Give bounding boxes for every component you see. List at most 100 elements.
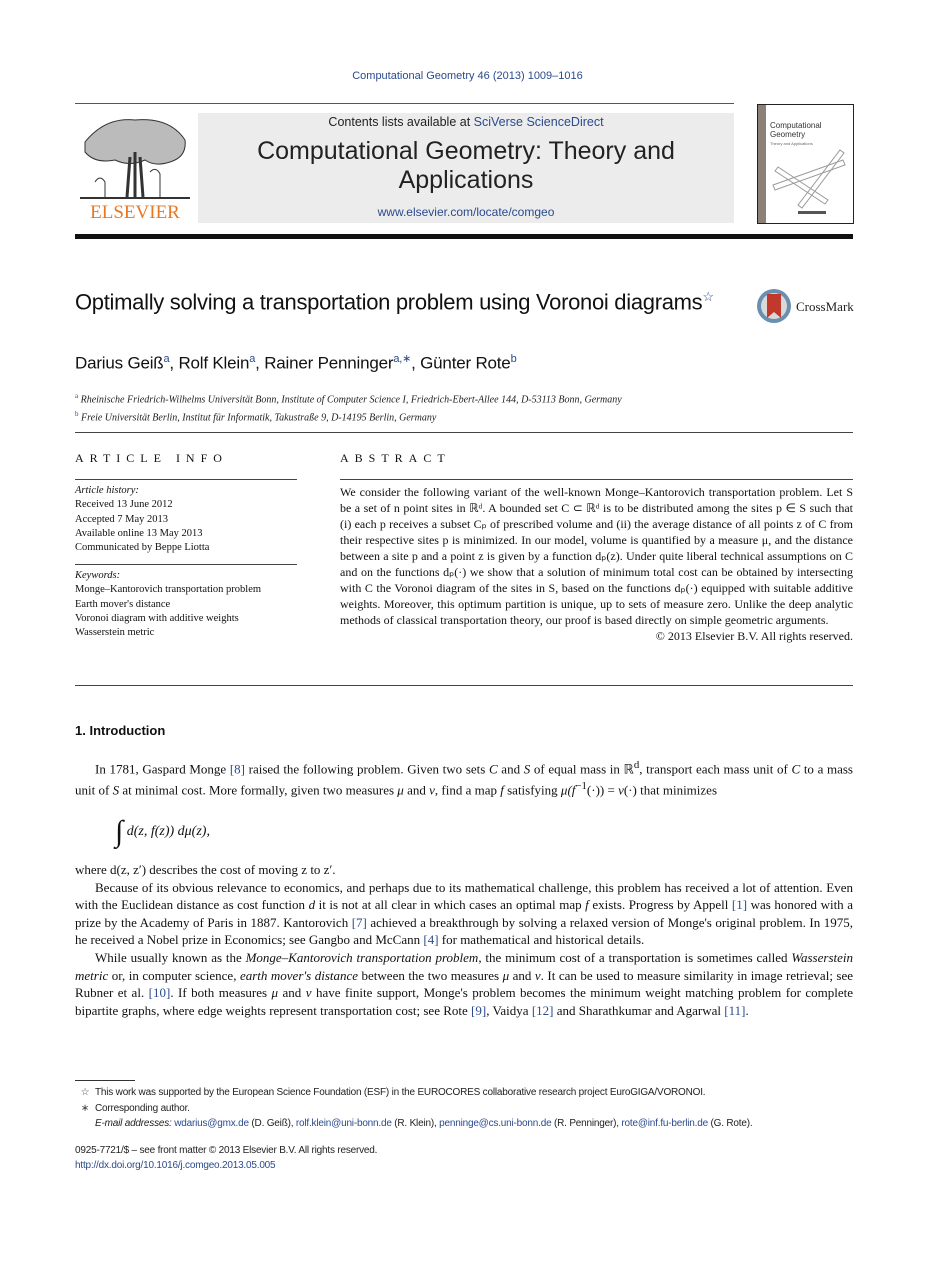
section-heading-introduction: 1. Introduction [75,723,166,738]
history-item: Communicated by Beppe Liotta [75,542,210,554]
equation-body: d(z, f(z)) dμ(z), [126,824,210,840]
footnote-funding: ☆ This work was supported by the European… [75,1085,865,1101]
abstract-text: We consider the following variant of the… [340,485,853,627]
intro-paragraph-2: where d(z, z′) describes the cost of mov… [75,861,853,1019]
author-affil-mark[interactable]: a [249,353,255,365]
footnote-text: Corresponding author. [95,1102,190,1114]
sciencedirect-link[interactable]: SciVerse ScienceDirect [474,115,604,129]
email-owner: (R. Penninger), [551,1118,622,1129]
math-symbol: Monge–Kantorovich transportation problem [245,949,479,965]
author-name[interactable]: Rolf Klein [178,354,249,373]
elsevier-logo[interactable]: ELSEVIER [75,112,195,224]
math-symbol: C [488,761,498,777]
citation-link[interactable]: [12] [532,1003,554,1018]
citation-link[interactable]: [8] [230,761,245,776]
author-affil-mark[interactable]: b [511,353,517,365]
abstract-body: We consider the following variant of the… [340,484,853,644]
history-label: Article history: [75,485,139,496]
article-title-text: Optimally solving a transportation probl… [75,289,703,315]
math-symbol: ν [305,985,312,1001]
journal-url-link[interactable]: www.elsevier.com/locate/comgeo [198,205,734,219]
math-symbol: C [791,761,801,777]
journal-title: Computational Geometry: Theory and Appli… [257,137,675,194]
math-symbol: μ [271,985,279,1001]
article-info-heading: ARTICLE INFO [75,451,228,465]
history-item: Received 13 June 2012 [75,499,173,511]
keyword: Monge–Kantorovich transportation problem [75,584,262,596]
elsevier-tree-icon [80,119,190,199]
math-symbol: f [585,897,589,913]
keywords: Keywords: Monge–Kantorovich transportati… [75,569,297,640]
affiliation-text: Rheinische Friedrich-Wilhelms Universitä… [80,394,622,406]
crossmark-badge[interactable]: CrossMark [756,288,856,326]
integral-sign: ∫ [115,815,124,848]
citation-link[interactable]: [4] [423,932,438,947]
citation-link[interactable]: [7] [352,915,367,930]
abstract-copyright: © 2013 Elsevier B.V. All rights reserved… [655,629,853,643]
affiliation: b Freie Universität Berlin, Institut für… [75,407,622,425]
citation-link[interactable]: [11] [724,1003,745,1018]
email-link[interactable]: penninge@cs.uni-bonn.de [439,1118,552,1129]
citation-link[interactable]: [1] [732,897,747,912]
crossmark-icon [757,289,791,323]
email-owner: (R. Klein), [391,1118,440,1129]
journal-cover-thumbnail[interactable]: Computational Geometry Theory and Applic… [757,104,854,224]
star-mark: ☆ [80,1087,90,1098]
affiliations: a Rheinische Friedrich-Wilhelms Universi… [75,389,622,426]
paragraph: Because of its obvious relevance to econ… [75,879,854,948]
author-name[interactable]: Rainer Penninger [264,354,393,373]
after-equation-text: where d(z, z′) describes the cost of mov… [75,862,336,877]
keyword: Voronoi diagram with additive weights [75,612,239,624]
elsevier-wordmark: ELSEVIER [90,202,180,223]
math-symbol: μ [397,782,404,798]
contents-line: Contents lists available at SciVerse Sci… [198,115,734,129]
intro-paragraph-1: In 1781, Gaspard Monge [8] raised the fo… [75,757,853,799]
journal-reference[interactable]: Computational Geometry 46 (2013) 1009–10… [0,70,935,82]
section-divider [75,432,853,433]
author-affil-mark[interactable]: a [164,353,170,365]
math-symbol: ν [429,782,435,798]
math-symbol: μ [502,967,510,983]
citation-link[interactable]: [10] [149,985,171,1000]
author-name[interactable]: Günter Rote [420,354,511,373]
header-rule [75,103,734,104]
math-symbol: d [308,897,316,913]
email-label: E-mail addresses: [95,1118,172,1129]
affiliation-mark: b [75,410,79,419]
email-owner: (D. Geiß), [248,1118,296,1129]
email-link[interactable]: rolf.klein@uni-bonn.de [296,1118,392,1129]
affiliation: a Rheinische Friedrich-Wilhelms Universi… [75,389,622,407]
email-link[interactable]: wdarius@gmx.de [174,1118,249,1129]
author-affil-mark[interactable]: a,∗ [393,353,411,365]
contents-prefix: Contents lists available at [328,115,474,129]
paragraph: While usually known as the Monge–Kantoro… [75,949,854,1018]
abstract-divider [340,479,853,480]
history-item: Accepted 7 May 2013 [75,513,169,525]
footnotes: ☆ This work was supported by the European… [75,1085,865,1132]
doi-link[interactable]: http://dx.doi.org/10.1016/j.comgeo.2013.… [75,1158,377,1173]
author-name[interactable]: Darius Geiß [75,354,164,373]
paragraph: In 1781, Gaspard Monge [8] raised the fo… [75,759,853,798]
front-matter: 0925-7721/$ – see front matter © 2013 El… [75,1143,377,1173]
footnote-text: This work was supported by the European … [95,1087,706,1098]
math-symbol: μ(f [560,782,576,798]
citation-link[interactable]: [9] [471,1003,486,1018]
math-symbol: S [523,761,531,777]
keyword: Wasserstein metric [75,627,155,639]
email-link[interactable]: rote@inf.fu-berlin.de [621,1118,708,1129]
journal-masthead: Contents lists available at SciVerse Sci… [198,113,734,223]
article-title: Optimally solving a transportation probl… [75,283,735,316]
equation-integral: ∫ d(z, f(z)) dμ(z), [115,815,210,849]
info-divider [75,479,297,480]
affiliation-mark: a [75,392,79,400]
footnote-rule [75,1080,135,1081]
footnote-emails: E-mail addresses: wdarius@gmx.de (D. Gei… [75,1116,865,1132]
email-owner: (G. Rote). [707,1118,753,1129]
math-symbol: S [112,782,120,798]
keywords-label: Keywords: [75,570,121,581]
title-footnote-star[interactable]: ☆ [702,289,714,304]
keyword: Earth mover's distance [75,598,171,610]
footnote-corresponding: ∗ Corresponding author. [75,1101,865,1117]
affiliation-text: Freie Universität Berlin, Institut für I… [81,412,437,424]
abstract-heading: ABSTRACT [340,451,451,465]
